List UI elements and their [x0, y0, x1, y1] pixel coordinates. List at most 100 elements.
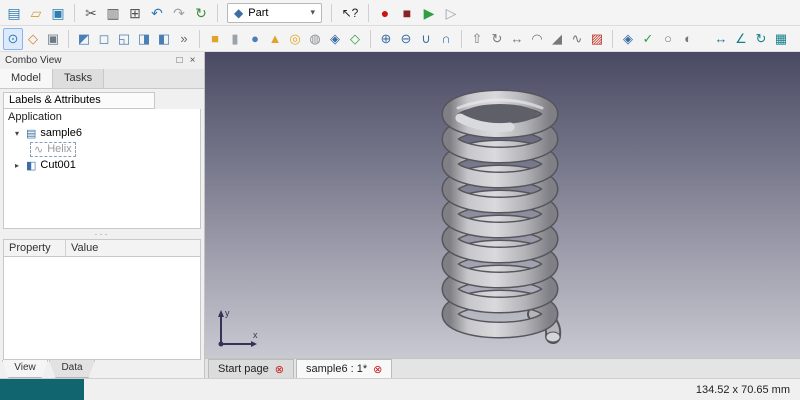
tab-tasks[interactable]: Tasks [52, 69, 105, 88]
spring-model[interactable] [205, 52, 799, 358]
part-sphere-icon[interactable]: ● [245, 28, 265, 50]
part-chamfer-icon[interactable]: ◢ [547, 28, 567, 50]
part-workbench-icon: ◆ [234, 5, 244, 20]
tab-model[interactable]: Model [0, 69, 53, 88]
labels-attributes-header: Labels & Attributes [3, 92, 155, 109]
tab-sample6-document[interactable]: sample6 : 1* ⊗ [295, 359, 393, 378]
save-icon[interactable]: ▣ [47, 2, 69, 24]
spring-coils [441, 89, 559, 339]
primitives-toolbar-group: ■ ▮ ● ▲ ◎ ◍ ◈ ◇ [205, 28, 365, 50]
float-panel-icon[interactable]: □ [173, 55, 186, 66]
part-cylinder-icon[interactable]: ▮ [225, 28, 245, 50]
measure-refresh-icon[interactable]: ↻ [751, 28, 771, 50]
property-column-header[interactable]: Property [4, 240, 66, 256]
document-tab-bar: Start page ⊗ sample6 : 1* ⊗ [205, 358, 800, 378]
part-sweep-icon[interactable]: ∿ [567, 28, 587, 50]
view-front-icon[interactable]: ◻ [94, 28, 114, 50]
toolbar-overflow-icon[interactable]: » [174, 28, 194, 50]
macro-debug-icon[interactable]: ▷ [440, 2, 462, 24]
workbench-selector[interactable]: ◆ Part ▾ [227, 2, 322, 23]
close-icon[interactable]: ⊗ [275, 363, 284, 376]
macro-execute-icon[interactable]: ▶ [418, 2, 440, 24]
part-tube-icon[interactable]: ◍ [305, 28, 325, 50]
tree-item-label: sample6 [40, 127, 82, 139]
tree-item-sample6[interactable]: ▾ ▤ sample6 [4, 125, 200, 141]
macro-stop-icon[interactable]: ■ [396, 2, 418, 24]
whats-this-icon[interactable]: ↖? [337, 6, 363, 20]
close-icon[interactable]: ⊗ [373, 363, 382, 376]
toolbar-separator [370, 29, 371, 48]
part-cut-icon[interactable]: ⊖ [396, 28, 416, 50]
measure-toggle-icon[interactable]: ▦ [771, 28, 791, 50]
part-section-icon[interactable]: ▨ [587, 28, 607, 50]
part-shapebuilder-icon[interactable]: ◇ [345, 28, 365, 50]
measure-linear-icon[interactable]: ↔ [711, 28, 731, 50]
tab-data[interactable]: Data [49, 360, 95, 378]
tab-start-page[interactable]: Start page ⊗ [208, 359, 294, 378]
panel-splitter[interactable]: ··· [0, 229, 204, 239]
cut-feature-icon: ◧ [26, 159, 37, 172]
part-extrude-icon[interactable]: ⇧ [467, 28, 487, 50]
chevron-down-icon: ▾ [310, 7, 315, 17]
part-thickness-icon[interactable]: ◐ [678, 28, 698, 50]
toolbar-standard: ▤ ▱ ▣ ✂ ▥ ⊞ ↶ ↷ ↻ ◆ Part ▾ ↖? ● ■ ▶ ▷ [0, 0, 800, 26]
part-fillet-icon[interactable]: ◠ [527, 28, 547, 50]
new-document-icon[interactable]: ▤ [3, 2, 25, 24]
part-box-icon[interactable]: ■ [205, 28, 225, 50]
redo-icon[interactable]: ↷ [168, 2, 190, 24]
part-revolve-icon[interactable]: ↻ [487, 28, 507, 50]
tree-item-label: Helix [47, 143, 72, 155]
measure-angular-icon[interactable]: ∠ [731, 28, 751, 50]
close-panel-icon[interactable]: × [186, 55, 199, 66]
modify-toolbar-group: ⇧ ↻ ↔ ◠ ◢ ∿ ▨ [467, 28, 607, 50]
part-union-icon[interactable]: ∪ [416, 28, 436, 50]
tree-item-helix[interactable]: ∿ Helix [4, 141, 200, 157]
toolbar-separator [368, 3, 369, 22]
part-offset-icon[interactable]: ○ [658, 28, 678, 50]
refresh-icon[interactable]: ↻ [190, 2, 212, 24]
combo-view-title: Combo View [5, 55, 62, 66]
combo-view-tabs: Model Tasks [0, 69, 204, 89]
tree-item-cut001[interactable]: ▸ ◧ Cut001 [4, 157, 200, 173]
open-document-icon[interactable]: ▱ [25, 2, 47, 24]
edit-toolbar-group: ✂ ▥ ⊞ ↶ ↷ ↻ [80, 2, 212, 24]
macro-record-icon[interactable]: ● [374, 2, 396, 24]
value-column-header[interactable]: Value [66, 240, 103, 256]
status-bar: 134.52 x 70.65 mm [0, 378, 800, 400]
status-accent-block [0, 379, 84, 400]
toolbar-separator [612, 29, 613, 48]
tree-root-application[interactable]: Application [4, 110, 200, 125]
model-tree[interactable]: Application ▾ ▤ sample6 ∿ Helix ▸ ◧ Cut0… [3, 109, 201, 229]
part-torus-icon[interactable]: ◎ [285, 28, 305, 50]
view-right-icon[interactable]: ◨ [134, 28, 154, 50]
view-isometric-icon[interactable]: ◩ [74, 28, 94, 50]
toolbar-view-part: ⊙ ◇ ▣ ◩ ◻ ◱ ◨ ◧» ■ ▮ ● ▲ ◎ ◍ ◈ ◇ ⊕ ⊖ ∪ ∩ ⇧ ↻ ↔ ◠ ◢ ∿ ▨ ◈ ✓ ○ ◐ ↔ ∠… [0, 26, 800, 52]
navigation-toolbar-group: ⊙ ◇ ▣ [3, 27, 63, 50]
expander-icon[interactable]: ▸ [12, 161, 22, 170]
tab-view[interactable]: View [2, 360, 48, 378]
fit-all-icon[interactable]: ⊙ [3, 27, 23, 50]
part-common-icon[interactable]: ∩ [436, 28, 456, 50]
view-axonometric-icon[interactable]: ◇ [23, 28, 43, 50]
expander-icon[interactable]: ▾ [12, 129, 22, 138]
part-compound-icon[interactable]: ◈ [618, 28, 638, 50]
part-mirror-icon[interactable]: ↔ [507, 28, 527, 50]
view-top-icon[interactable]: ◱ [114, 28, 134, 50]
toolbar-separator [199, 29, 200, 48]
property-table-body[interactable] [3, 257, 201, 360]
part-primitives-icon[interactable]: ◈ [325, 28, 345, 50]
property-table-header: Property Value [3, 239, 201, 257]
copy-icon[interactable]: ▥ [102, 2, 124, 24]
helix-icon: ∿ [34, 143, 44, 156]
check-geometry-icon[interactable]: ✓ [638, 28, 658, 50]
view-rear-icon[interactable]: ◧ [154, 28, 174, 50]
dimension-readout: 134.52 x 70.65 mm [695, 383, 790, 396]
cut-icon[interactable]: ✂ [80, 2, 102, 24]
view-data-tabs: View Data [0, 360, 204, 378]
undo-icon[interactable]: ↶ [146, 2, 168, 24]
paste-icon[interactable]: ⊞ [124, 2, 146, 24]
3d-viewport[interactable]: x y [205, 52, 800, 358]
part-cone-icon[interactable]: ▲ [265, 28, 285, 50]
part-boolean-icon[interactable]: ⊕ [376, 28, 396, 50]
draw-style-icon[interactable]: ▣ [43, 28, 63, 50]
